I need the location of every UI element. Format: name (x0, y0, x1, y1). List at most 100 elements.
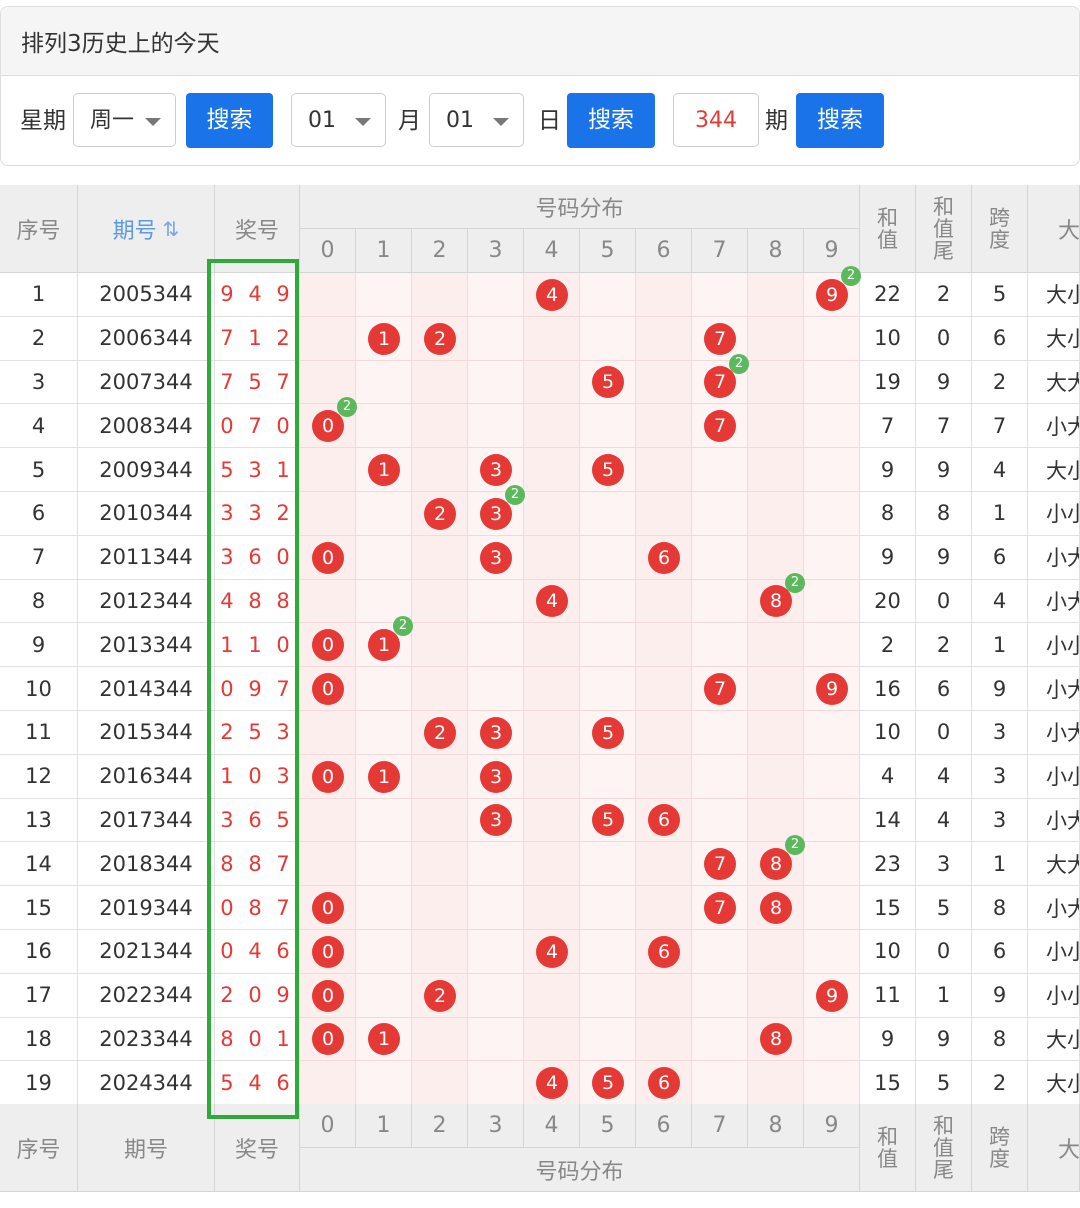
dist-cell (748, 404, 804, 449)
row-prize: 3 3 2 (215, 492, 300, 536)
header-seq: 序号 (0, 185, 78, 273)
dist-cell: 3 (468, 535, 524, 580)
month-select[interactable]: 01 (291, 93, 386, 147)
row-span: 1 (972, 492, 1028, 536)
footer-digit-5: 5 (580, 1104, 636, 1148)
dist-cell (636, 667, 692, 711)
dist-cell (636, 1017, 692, 1062)
dist-cell (804, 448, 860, 492)
number-ball: 8 (760, 892, 792, 925)
footer-span: 跨度 (972, 1104, 1028, 1192)
row-seq: 2 (0, 316, 78, 361)
number-ball: 2 (424, 979, 456, 1012)
week-select[interactable]: 周一 (73, 93, 176, 147)
dist-cell (636, 973, 692, 1018)
dist-cell: 12 (356, 616, 413, 668)
row-span: 1 (972, 623, 1028, 668)
chevron-down-icon (145, 118, 161, 126)
row-big-small: 小大 (1028, 404, 1080, 449)
search-button-week[interactable]: 搜索 (186, 93, 273, 148)
footer-digit-9: 9 (804, 1104, 860, 1148)
repeat-count-badge: 2 (785, 835, 805, 856)
dist-cell (636, 711, 692, 755)
dist-cell: 0 (300, 535, 356, 580)
row-sum-tail: 4 (916, 798, 972, 843)
number-ball: 1 (368, 760, 400, 793)
dist-cell (524, 886, 580, 930)
header-digit-6: 6 (636, 229, 692, 273)
number-ball: 9 (816, 979, 848, 1012)
dist-cell (692, 623, 748, 668)
search-button-date[interactable]: 搜索 (567, 93, 655, 148)
header-prize: 奖号 (215, 185, 300, 273)
row-sum: 9 (860, 535, 916, 580)
sort-icon[interactable]: ⇅ (163, 217, 180, 241)
footer-digit-1: 1 (356, 1104, 412, 1148)
dist-cell: 4 (524, 930, 580, 974)
dist-cell: 82 (748, 572, 805, 624)
row-issue: 2005344 (78, 273, 215, 317)
row-prize: 8 8 7 (215, 842, 300, 887)
row-issue: 2018344 (78, 842, 215, 887)
row-sum: 23 (860, 842, 916, 887)
row-sum-tail: 0 (916, 930, 972, 974)
footer-span-label: 跨度 (989, 1124, 1010, 1171)
dist-cell (748, 492, 804, 536)
row-issue: 2008344 (78, 404, 215, 449)
header-digit-5: 5 (580, 229, 636, 273)
row-prize: 3 6 0 (215, 535, 300, 580)
row-prize: 1 1 0 (215, 623, 300, 668)
row-seq: 18 (0, 1017, 78, 1062)
dist-cell (580, 1017, 636, 1062)
row-prize: 4 8 8 (215, 579, 300, 624)
row-seq: 6 (0, 492, 78, 536)
number-ball: 0 (312, 410, 344, 443)
dist-cell (804, 316, 860, 361)
row-prize: 8 0 1 (215, 1017, 300, 1062)
footer-big-small: 大 (1028, 1104, 1080, 1192)
dist-cell (804, 798, 860, 843)
dist-cell: 7 (692, 404, 748, 449)
row-big-small: 小小 (1028, 492, 1080, 536)
dist-cell (748, 623, 804, 668)
row-big-small: 小大 (1028, 667, 1080, 711)
row-issue: 2017344 (78, 798, 215, 843)
dist-cell (412, 886, 468, 930)
search-button-issue[interactable]: 搜索 (796, 93, 884, 148)
issue-input[interactable]: 344 (673, 93, 759, 147)
dist-cell (524, 492, 580, 536)
dist-cell (804, 842, 860, 887)
row-issue: 2016344 (78, 754, 215, 799)
dist-cell (300, 579, 356, 624)
header-digit-2: 2 (412, 229, 468, 273)
repeat-count-badge: 2 (729, 353, 749, 374)
dist-cell (804, 1017, 860, 1062)
footer-seq: 序号 (0, 1104, 78, 1192)
dist-cell: 2 (412, 711, 468, 755)
row-span: 3 (972, 798, 1028, 843)
dist-cell: 1 (356, 448, 412, 492)
dist-cell (468, 273, 524, 317)
number-ball: 1 (368, 454, 400, 487)
header-issue-sortable[interactable]: 期号 ⇅ (78, 185, 215, 273)
row-sum-tail: 5 (916, 886, 972, 930)
dist-cell (356, 492, 412, 536)
dist-cell (692, 973, 748, 1018)
footer-sum-label: 和值 (877, 1124, 898, 1171)
row-issue: 2011344 (78, 535, 215, 580)
row-span: 2 (972, 1061, 1028, 1106)
footer-digit-7: 7 (692, 1104, 748, 1148)
dist-cell (468, 973, 524, 1018)
dist-cell (468, 623, 524, 668)
row-sum-tail: 9 (916, 535, 972, 580)
header-big-small: 大 (1028, 185, 1080, 273)
day-select[interactable]: 01 (429, 93, 524, 147)
dist-cell: 0 (300, 623, 356, 668)
number-ball: 6 (648, 804, 680, 837)
dist-cell (356, 711, 412, 755)
dist-cell (692, 535, 748, 580)
dist-cell (748, 973, 804, 1018)
row-sum-tail: 0 (916, 711, 972, 755)
footer-digit-2: 2 (412, 1104, 468, 1148)
dist-cell (468, 316, 524, 361)
